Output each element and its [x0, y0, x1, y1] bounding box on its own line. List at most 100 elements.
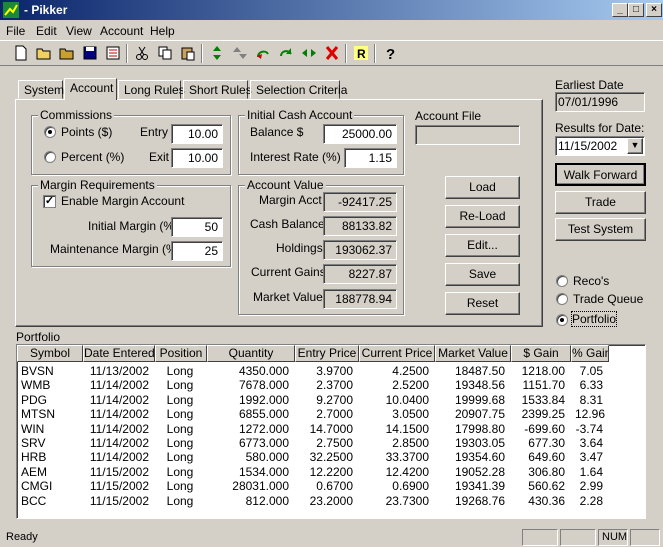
- table-row[interactable]: MTSN 11/14/2002 Long 6855.000 2.7000 3.0500 20…: [17, 407, 637, 421]
- trade-queue-radio[interactable]: [556, 293, 568, 305]
- initial-margin-input[interactable]: 50: [171, 217, 223, 237]
- table-row[interactable]: BVSN 11/13/2002 Long 4350.000 3.9700 4.2500 18…: [17, 364, 637, 378]
- edit-button[interactable]: Edit...: [445, 234, 520, 257]
- column-header[interactable]: Symbol: [17, 345, 83, 362]
- menu-view[interactable]: View: [66, 24, 92, 38]
- up-down-arrows-icon[interactable]: [208, 44, 226, 62]
- open-folder-icon[interactable]: [35, 44, 53, 62]
- interest-rate-input[interactable]: 1.15: [344, 148, 397, 168]
- cut-icon[interactable]: [133, 44, 151, 62]
- loop-arrow-icon[interactable]: [254, 44, 272, 62]
- table-cell: Long: [166, 436, 194, 450]
- table-cell: 430.36: [528, 493, 565, 508]
- table-cell: 12.2200: [309, 464, 353, 479]
- table-cell: 1533.84: [521, 392, 565, 407]
- column-header[interactable]: Date Entered: [83, 345, 155, 362]
- refresh-arrow-icon[interactable]: [277, 44, 295, 62]
- reload-button[interactable]: Re-Load: [445, 205, 520, 228]
- table-cell: 12.4200: [385, 464, 429, 479]
- table-cell: 19303.05: [454, 436, 505, 450]
- tab-system[interactable]: System: [18, 80, 64, 99]
- column-header[interactable]: $ Gain: [511, 345, 571, 362]
- chevron-down-icon[interactable]: ▼: [627, 138, 643, 154]
- table-cell: 12.96: [575, 407, 606, 422]
- table-row[interactable]: BCC 11/15/2002 Long 812.000 23.2000 23.7300 19…: [17, 494, 637, 508]
- tab-long-rules[interactable]: Long Rules: [118, 80, 185, 99]
- table-cell: 20907.75: [454, 407, 505, 422]
- maintenance-margin-input[interactable]: 25: [171, 241, 223, 261]
- portfolio-radio-label: Portfolio: [570, 311, 618, 327]
- table-cell: 2.99: [579, 479, 603, 494]
- earliest-date-label: Earliest Date: [555, 78, 624, 92]
- table-cell: 19354.60: [454, 450, 505, 465]
- initial-cash-label: Initial Cash Account: [245, 108, 355, 122]
- trade-button[interactable]: Trade: [555, 191, 646, 214]
- table-cell: MTSN: [21, 407, 55, 422]
- menu-edit[interactable]: Edit: [36, 24, 57, 38]
- walk-forward-button[interactable]: Walk Forward: [555, 163, 646, 186]
- table-cell: 23.2000: [309, 493, 353, 508]
- minimize-button[interactable]: _: [612, 3, 628, 17]
- portfolio-grid[interactable]: Symbol Date Entered Position Quantity Entry …: [16, 344, 646, 519]
- table-row[interactable]: WMB 11/14/2002 Long 7678.000 2.3700 2.5200 193…: [17, 378, 637, 392]
- table-row[interactable]: SRV 11/14/2002 Long 6773.000 2.7500 2.8500 193…: [17, 436, 637, 450]
- menu-account[interactable]: Account: [100, 24, 143, 38]
- tab-short-rules[interactable]: Short Rules: [183, 80, 252, 99]
- table-cell: 6773.000: [238, 436, 289, 450]
- reset-button[interactable]: Reset: [445, 292, 520, 315]
- table-cell: 649.60: [528, 450, 565, 465]
- tab-account[interactable]: Account: [64, 78, 117, 100]
- enable-margin-checkbox[interactable]: ✓: [43, 195, 56, 208]
- maintenance-margin-label: Maintenance Margin (%): [50, 242, 181, 256]
- tab-selection-criteria[interactable]: Selection Criteria: [250, 80, 347, 99]
- test-system-button[interactable]: Test System: [555, 218, 646, 241]
- open-folder-alt-icon[interactable]: [58, 44, 76, 62]
- run-icon[interactable]: R: [352, 44, 370, 62]
- table-cell: 2.28: [579, 493, 603, 508]
- results-for-date-label: Results for Date:: [555, 121, 645, 135]
- delete-icon[interactable]: [323, 44, 341, 62]
- report-icon[interactable]: [104, 44, 122, 62]
- recos-label: Reco's: [573, 274, 610, 288]
- table-cell: Long: [166, 407, 194, 422]
- close-button[interactable]: ×: [646, 3, 662, 17]
- table-row[interactable]: PDG 11/14/2002 Long 1992.000 9.2700 10.0400 19…: [17, 393, 637, 407]
- column-header[interactable]: Market Value: [435, 345, 511, 362]
- portfolio-radio[interactable]: [556, 314, 568, 326]
- column-header[interactable]: Position: [155, 345, 207, 362]
- table-cell: 306.80: [528, 464, 565, 479]
- arrows-gray-icon[interactable]: [231, 44, 249, 62]
- menu-file[interactable]: File: [6, 24, 25, 38]
- balance-input[interactable]: 25000.00: [323, 124, 397, 144]
- paste-icon[interactable]: [179, 44, 197, 62]
- margin-acct-label: Margin Acct: [259, 193, 322, 207]
- recos-radio[interactable]: [556, 275, 568, 287]
- column-header[interactable]: % Gain: [571, 345, 609, 362]
- column-header[interactable]: Current Price: [359, 345, 435, 362]
- percent-radio[interactable]: [44, 151, 56, 163]
- column-header[interactable]: Entry Price: [295, 345, 359, 362]
- table-row[interactable]: HRB 11/14/2002 Long 580.000 32.2500 33.3700 19…: [17, 450, 637, 464]
- entry-commission-input[interactable]: 10.00: [171, 124, 223, 144]
- points-radio[interactable]: [44, 126, 56, 138]
- table-row[interactable]: CMGI 11/15/2002 Long 28031.000 0.6700 0.6900 1…: [17, 479, 637, 493]
- swap-arrows-icon[interactable]: [300, 44, 318, 62]
- load-button[interactable]: Load: [445, 176, 520, 199]
- maximize-button[interactable]: □: [628, 3, 644, 17]
- exit-commission-input[interactable]: 10.00: [171, 148, 223, 168]
- new-file-icon[interactable]: [12, 44, 30, 62]
- copy-icon[interactable]: [156, 44, 174, 62]
- table-cell: 11/14/2002: [89, 450, 149, 465]
- holdings-label: Holdings: [276, 241, 323, 255]
- initial-margin-label: Initial Margin (%): [88, 219, 179, 233]
- save-icon[interactable]: [81, 44, 99, 62]
- table-row[interactable]: AEM 11/15/2002 Long 1534.000 12.2200 12.4200 1…: [17, 465, 637, 479]
- help-icon[interactable]: ?: [381, 44, 399, 62]
- table-row[interactable]: WIN 11/14/2002 Long 1272.000 14.7000 14.1500 1…: [17, 422, 637, 436]
- points-label: Points ($): [61, 125, 113, 139]
- save-button[interactable]: Save: [445, 263, 520, 286]
- table-cell: Long: [166, 464, 194, 479]
- market-value-label: Market Value: [253, 290, 323, 304]
- menu-help[interactable]: Help: [150, 24, 175, 38]
- column-header[interactable]: Quantity: [207, 345, 295, 362]
